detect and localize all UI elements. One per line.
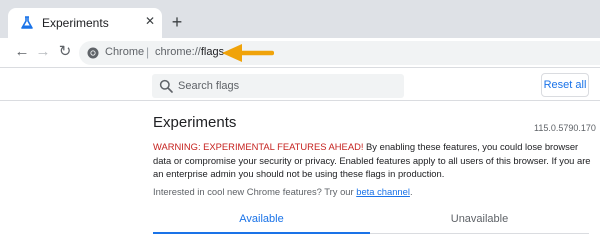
beta-promo-text: Interested in cool new Chrome features? … <box>153 186 413 197</box>
flags-tabs: Available Unavailable <box>153 204 589 234</box>
flags-header: Search flags Reset all <box>0 69 600 101</box>
url-text: chrome://flags <box>155 46 224 58</box>
version-label: 115.0.5790.170 <box>534 123 596 133</box>
warning-text: WARNING: EXPERIMENTAL FEATURES AHEAD! By… <box>153 140 593 181</box>
address-bar[interactable]: Chrome | chrome://flags <box>79 41 600 65</box>
tab-unavailable[interactable]: Unavailable <box>370 204 589 234</box>
new-tab-button[interactable]: + <box>168 13 186 32</box>
reload-button[interactable]: ↻ <box>56 43 74 61</box>
flask-icon <box>21 16 33 29</box>
promo-end: . <box>409 186 413 197</box>
promo-text: Interested in cool new Chrome features? … <box>153 186 357 197</box>
reset-all-button[interactable]: Reset all <box>541 73 589 97</box>
tab-strip: Experiments ✕ + <box>0 0 600 38</box>
browser-tab[interactable]: Experiments ✕ <box>8 8 162 38</box>
tab-title: Experiments <box>42 16 109 30</box>
chrome-icon <box>87 47 99 59</box>
search-flags-input[interactable]: Search flags <box>152 74 404 98</box>
page-title: Experiments <box>153 114 237 131</box>
origin-chip: Chrome <box>105 46 145 58</box>
omnibox-separator: | <box>146 45 150 59</box>
tab-available[interactable]: Available <box>153 204 370 234</box>
url-scheme: chrome:// <box>155 46 201 58</box>
close-icon[interactable]: ✕ <box>142 13 158 29</box>
warning-label: WARNING: EXPERIMENTAL FEATURES AHEAD! <box>153 141 364 152</box>
back-button[interactable]: ← <box>13 43 31 61</box>
forward-button[interactable]: → <box>34 43 52 61</box>
search-icon <box>159 79 173 93</box>
orange-arrow-icon <box>222 44 274 62</box>
beta-channel-link[interactable]: beta channel <box>356 186 410 197</box>
toolbar: ← → ↻ Chrome | chrome://flags <box>0 38 600 68</box>
search-placeholder: Search flags <box>178 80 240 92</box>
